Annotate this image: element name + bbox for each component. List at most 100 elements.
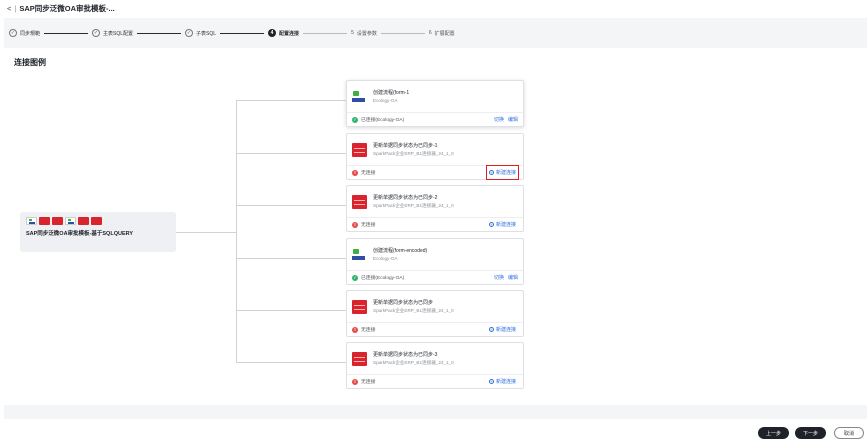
check-icon: ✓ xyxy=(185,29,194,37)
footer-band xyxy=(4,405,867,419)
source-card: SAP同步泛微OA审批模板-基于SQLQUERY xyxy=(20,212,176,252)
check-circle-icon: ✓ xyxy=(352,274,358,281)
status-badge: ! 无连接 xyxy=(352,378,375,385)
card-name: 创建流程(form-1 xyxy=(373,89,410,96)
card-footer: ✓ 已连接(Ecology-OA) 切换 编辑 xyxy=(347,112,523,126)
status-text: 已连接(Ecology-OA) xyxy=(361,118,405,123)
step-number: 6 xyxy=(428,30,432,36)
card-header: 更新单据同步状态为已同步-1 SparkPack企业ERP_B1连接器_24_1_… xyxy=(347,134,523,165)
status-text: 无连接 xyxy=(361,223,376,228)
connection-card: 更新单据同步状态为已同步 SparkPack企业ERP_B1连接器_24_1_0 … xyxy=(346,290,524,337)
step-label: 配置连接 xyxy=(279,30,300,37)
step-4[interactable]: 4 配置连接 xyxy=(268,29,299,37)
step-label: 同步規範 xyxy=(20,30,41,37)
card-subtitle: Ecology-OA xyxy=(373,255,398,261)
sparkpack-logo xyxy=(352,142,367,157)
check-circle-icon: ✓ xyxy=(352,116,358,123)
new-connection-button[interactable]: + 新建连接 xyxy=(485,165,520,180)
tree-connector xyxy=(236,362,346,363)
step-5[interactable]: 5 设置参数 xyxy=(351,29,377,37)
step-3[interactable]: ✓ 子表SQL xyxy=(185,29,216,37)
check-icon: ✓ xyxy=(92,29,101,37)
tree-connector xyxy=(176,232,236,233)
error-icon: ! xyxy=(352,378,358,385)
sparkpack-logo xyxy=(352,351,367,366)
oa-icon xyxy=(65,217,76,225)
page-title: SAP同步泛微OA审批模板-... xyxy=(19,3,115,13)
card-subtitle: Ecology-OA xyxy=(373,97,398,103)
status-text: 已连接(Ecology-OA) xyxy=(361,276,405,281)
step-label: 设置参数 xyxy=(356,30,377,37)
status-badge: ! 无连接 xyxy=(352,169,375,176)
connection-card: 更新单据同步状态为已同步-3 SparkPack企业ERP_B1连接器_24_1_… xyxy=(346,342,524,389)
card-header: 更新单据同步状态为已同步 SparkPack企业ERP_B1连接器_24_1_0 xyxy=(347,291,523,322)
edit-link[interactable]: 编辑 xyxy=(508,116,518,123)
connection-card: 创建流程(form-1 Ecology-OA ✓ 已连接(Ecology-OA) 切… xyxy=(346,80,524,127)
card-footer: ✓ 已连接(Ecology-OA) 切换 编辑 xyxy=(347,270,523,284)
switch-link[interactable]: 切换 xyxy=(494,116,504,123)
error-icon: ! xyxy=(352,169,358,176)
step-label: 主表SQL配置 xyxy=(103,30,134,37)
status-text: 无连接 xyxy=(361,328,376,333)
status-text: 无连接 xyxy=(361,171,376,176)
new-connection-label: 新建连接 xyxy=(495,170,516,176)
sparkpack-icon xyxy=(39,217,50,225)
card-subtitle: SparkPack企业ERP_B1连接器_24_1_0 xyxy=(373,150,454,156)
ecology-oa-logo xyxy=(352,89,367,104)
status-badge: ✓ 已连接(Ecology-OA) xyxy=(352,116,404,123)
card-header: 更新单据同步状态为已同步-2 SparkPack企业ERP_B1连接器_24_1_… xyxy=(347,186,523,217)
new-connection-label: 新建连接 xyxy=(495,327,516,333)
tree-connector xyxy=(236,258,346,259)
error-icon: ! xyxy=(352,221,358,228)
card-name: 创建流程(form-encoded) xyxy=(373,247,428,254)
step-1[interactable]: ✓ 同步規範 xyxy=(9,29,40,37)
step-label: 子表SQL xyxy=(196,30,217,37)
page-header: < | SAP同步泛微OA审批模板-... xyxy=(0,0,867,16)
source-icons xyxy=(26,217,170,225)
sparkpack-icon xyxy=(78,217,89,225)
new-connection-label: 新建连接 xyxy=(495,222,516,228)
tree-connector xyxy=(236,310,346,311)
section-title: 连接图例 xyxy=(14,58,46,67)
step-connector xyxy=(380,32,425,34)
plus-circle-icon: + xyxy=(488,170,494,175)
step-number: 5 xyxy=(351,30,354,36)
new-connection-label: 新建连接 xyxy=(495,379,516,385)
edit-link[interactable]: 编辑 xyxy=(508,274,518,281)
switch-link[interactable]: 切换 xyxy=(494,274,504,281)
tree-connector xyxy=(236,153,346,154)
cancel-button[interactable]: 取消 xyxy=(834,427,864,439)
status-text: 无连接 xyxy=(361,380,376,385)
step-6[interactable]: 6 扩展配置 xyxy=(429,29,455,37)
status-badge: ✓ 已连接(Ecology-OA) xyxy=(352,274,404,281)
step-2[interactable]: ✓ 主表SQL配置 xyxy=(92,29,133,37)
tree-connector xyxy=(236,100,237,363)
header-divider: | xyxy=(14,3,17,13)
card-subtitle: SparkPack企业ERP_B1连接器_24_1_0 xyxy=(373,307,454,313)
card-actions: 切换 编辑 xyxy=(494,274,518,281)
connection-card: 更新单据同步状态为已同步-2 SparkPack企业ERP_B1连接器_24_1_… xyxy=(346,185,524,232)
new-connection-button[interactable]: + 新建连接 xyxy=(487,220,518,229)
card-footer: ! 无连接 + 新建连接 xyxy=(347,217,523,231)
tree-connector xyxy=(236,100,346,101)
chevron-left-icon[interactable]: < xyxy=(7,4,11,13)
step-connector xyxy=(44,32,89,34)
card-name: 更新单据同步状态为已同步-1 xyxy=(373,142,438,149)
card-actions: 切换 编辑 xyxy=(494,116,518,123)
error-icon: ! xyxy=(352,326,358,333)
card-footer: ! 无连接 + 新建连接 xyxy=(347,322,523,336)
sparkpack-logo xyxy=(352,299,367,314)
previous-button[interactable]: 上一步 xyxy=(758,427,789,439)
step-connector xyxy=(137,32,182,34)
check-icon: ✓ xyxy=(9,29,17,37)
sparkpack-icon xyxy=(91,217,102,225)
sparkpack-logo xyxy=(352,194,367,209)
next-button[interactable]: 下一步 xyxy=(795,427,826,439)
step-label: 扩展配置 xyxy=(434,30,455,37)
card-name: 更新单据同步状态为已同步 xyxy=(373,299,434,306)
new-connection-button[interactable]: + 新建连接 xyxy=(487,325,518,334)
status-badge: ! 无连接 xyxy=(352,221,375,228)
card-name: 更新单据同步状态为已同步-3 xyxy=(373,351,438,358)
new-connection-button[interactable]: + 新建连接 xyxy=(487,377,518,386)
card-header: 创建流程(form-1 Ecology-OA xyxy=(347,81,523,112)
